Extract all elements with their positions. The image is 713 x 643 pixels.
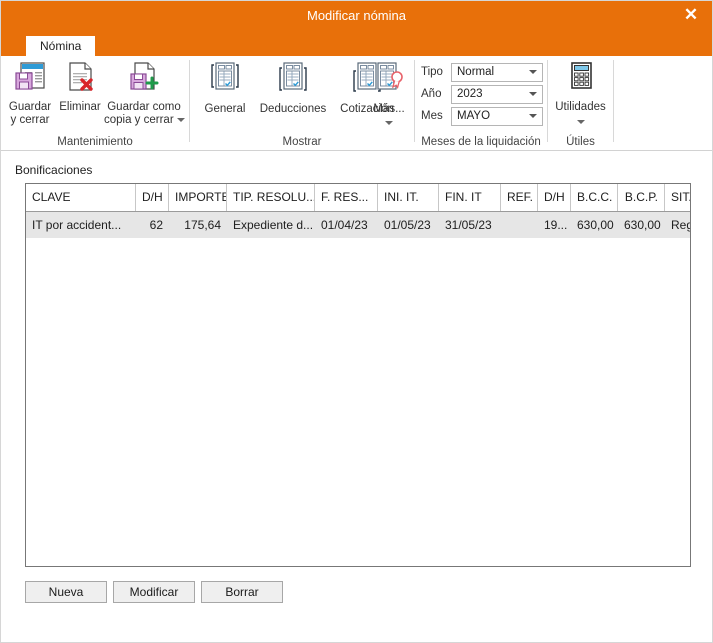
column-header-finit[interactable]: FIN. IT <box>439 184 501 211</box>
ribbon-group-label-mantenimiento: Mantenimiento <box>57 136 133 148</box>
ribbon-group-utiles: Utilidades Útiles <box>548 56 613 150</box>
table-cell-dh1: 62 <box>149 218 163 232</box>
mes-field-row: Mes MAYO <box>421 107 543 126</box>
delete-button[interactable]: Eliminar <box>57 60 103 114</box>
ribbon-group-label-mostrar: Mostrar <box>282 136 322 148</box>
show-deductions-button[interactable]: Deducciones <box>253 60 333 116</box>
ribbon-group-label-liquidacion: Meses de la liquidación <box>421 136 541 148</box>
delete-label-1: Eliminar <box>59 101 101 113</box>
table-cell-clave: IT por accident... <box>32 218 122 232</box>
form-more-icon <box>367 60 411 99</box>
nueva-button[interactable]: Nueva <box>25 581 107 603</box>
save-and-close-icon <box>5 60 55 97</box>
ribbon-group-mantenimiento: Guardar y cerrar Eliminar Guardar como c… <box>1 56 189 150</box>
column-header-fres[interactable]: F. RES... <box>315 184 378 211</box>
tipo-label: Tipo <box>421 66 443 78</box>
show-more-dropdown[interactable] <box>367 117 411 130</box>
column-header-iniit[interactable]: INI. IT. <box>378 184 439 211</box>
window-title: Modificar nómina <box>307 8 406 23</box>
tipo-value: Normal <box>457 66 495 78</box>
save-copy-and-close-label-2: copia y cerrar <box>104 114 185 127</box>
table-row[interactable]: IT por accident... 62 175,64 Expediente d..… <box>26 212 690 238</box>
mes-label: Mes <box>421 110 443 122</box>
utilities-label: Utilidades <box>555 101 606 113</box>
table-cell-finit: 31/05/23 <box>445 218 492 232</box>
tipo-select[interactable]: Normal <box>451 63 543 82</box>
column-header-bcc[interactable]: B.C.C. <box>571 184 618 211</box>
title-bar: Modificar nómina ✕ <box>1 1 712 31</box>
ribbon-group-liquidacion: Tipo Normal Año 2023 Mes MAYO Meses de l… <box>415 56 547 150</box>
modificar-button[interactable]: Modificar <box>113 581 195 603</box>
show-deductions-label: Deducciones <box>259 103 327 115</box>
column-header-dh2[interactable]: D/H <box>538 184 571 211</box>
chevron-down-icon <box>529 70 537 74</box>
ribbon: Guardar y cerrar Eliminar Guardar como c… <box>1 56 712 151</box>
column-header-sitesp[interactable]: SIT. ESP. <box>665 184 690 211</box>
mes-select[interactable]: MAYO <box>451 107 543 126</box>
form-general-icon <box>196 60 254 99</box>
content-area: Bonificaciones CLAVE D/H IMPORTE TIP. RESOL… <box>1 151 712 642</box>
table-cell-sitesp: Regulaci... <box>671 218 690 232</box>
modify-payroll-window: Modificar nómina ✕ Nómina Guardar y cerr… <box>0 0 713 643</box>
save-copy-and-close-label-2-text: copia y cerrar <box>104 114 174 126</box>
table-cell-fres: 01/04/23 <box>321 218 368 232</box>
chevron-down-icon <box>529 114 537 118</box>
delete-document-icon <box>57 60 103 97</box>
ano-field-row: Año 2023 <box>421 85 543 104</box>
save-copy-and-close-icon <box>104 60 184 97</box>
chevron-down-icon <box>576 119 585 124</box>
chevron-down-icon[interactable] <box>176 117 185 122</box>
calculator-icon <box>550 60 611 97</box>
table-cell-importe: 175,64 <box>184 218 221 232</box>
column-header-bcp[interactable]: B.C.P. <box>618 184 665 211</box>
show-more-label: Más... <box>373 103 405 115</box>
ano-value: 2023 <box>457 88 483 100</box>
column-header-ref[interactable]: REF. <box>501 184 538 211</box>
mes-value: MAYO <box>457 110 491 122</box>
save-copy-and-close-label-1: Guardar como <box>107 101 181 113</box>
ribbon-group-mostrar: General Deducciones Cotización Más... Mo… <box>190 56 414 150</box>
section-title-bonificaciones: Bonificaciones <box>15 163 93 177</box>
chevron-down-icon <box>529 92 537 96</box>
chevron-down-icon <box>385 120 393 125</box>
borrar-button[interactable]: Borrar <box>201 581 283 603</box>
ano-label: Año <box>421 88 442 100</box>
show-more-button[interactable]: Más... <box>367 60 411 130</box>
utilities-button[interactable]: Utilidades <box>550 60 611 129</box>
show-general-button[interactable]: General <box>196 60 254 116</box>
table-cell-bcp: 630,00 <box>624 218 661 232</box>
table-header-row: CLAVE D/H IMPORTE TIP. RESOLU... F. RES... IN… <box>26 184 690 212</box>
ano-select[interactable]: 2023 <box>451 85 543 104</box>
table-body: IT por accident... 62 175,64 Expediente d..… <box>26 212 690 238</box>
save-copy-and-close-button[interactable]: Guardar como copia y cerrar <box>104 60 185 127</box>
ribbon-group-label-utiles: Útiles <box>566 136 595 148</box>
table-cell-bcc: 630,00 <box>577 218 614 232</box>
tab-nomina[interactable]: Nómina <box>26 36 96 56</box>
form-deductions-icon <box>253 60 333 99</box>
ribbon-separator-4 <box>613 60 614 142</box>
action-button-bar: Nueva Modificar Borrar <box>25 581 289 603</box>
tab-strip: Nómina <box>1 31 712 56</box>
save-and-close-button[interactable]: Guardar y cerrar <box>5 60 55 127</box>
table-cell-tipres: Expediente d... <box>233 218 314 232</box>
close-icon[interactable]: ✕ <box>674 1 708 31</box>
column-header-tipres[interactable]: TIP. RESOLU... <box>227 184 315 211</box>
utilities-dropdown[interactable] <box>550 116 611 129</box>
table-cell-dh2: 19... <box>544 218 568 232</box>
column-header-clave[interactable]: CLAVE <box>26 184 136 211</box>
save-and-close-label-2: y cerrar <box>10 114 50 126</box>
tipo-field-row: Tipo Normal <box>421 63 543 82</box>
save-and-close-label-1: Guardar <box>8 101 52 113</box>
table-cell-ref <box>501 212 538 238</box>
column-header-dh1[interactable]: D/H <box>136 184 169 211</box>
column-header-importe[interactable]: IMPORTE <box>169 184 227 211</box>
table-cell-iniit: 01/05/23 <box>384 218 431 232</box>
show-general-label: General <box>204 103 246 115</box>
bonificaciones-table: CLAVE D/H IMPORTE TIP. RESOLU... F. RES... IN… <box>25 183 691 567</box>
